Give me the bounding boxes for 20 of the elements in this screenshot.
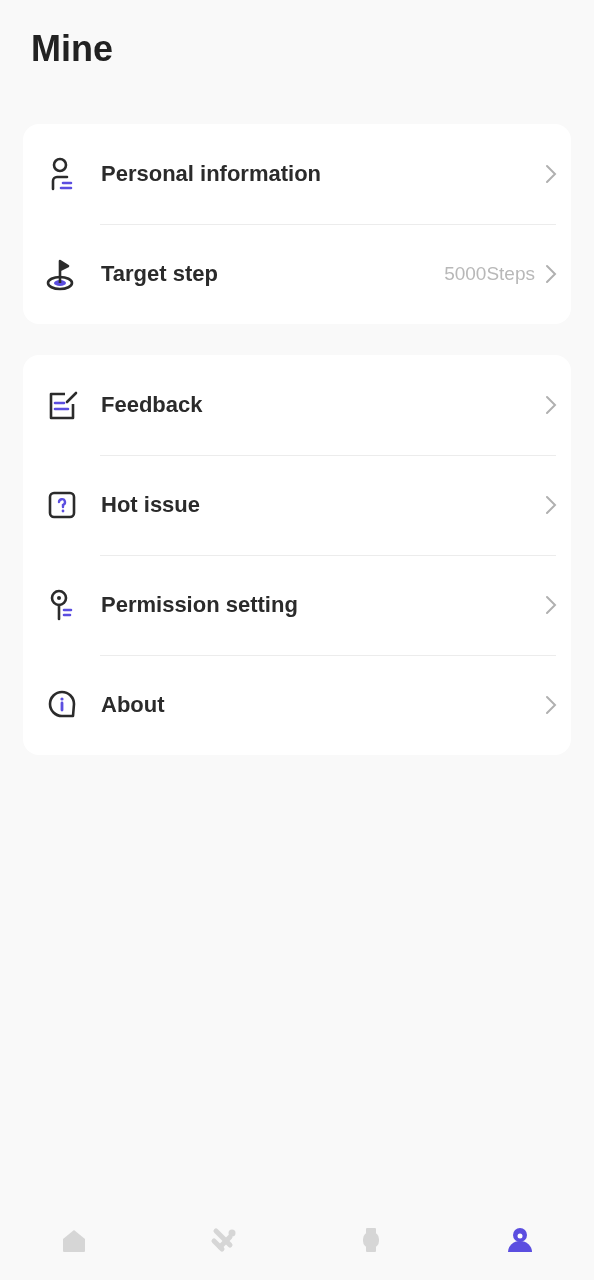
settings-row[interactable]: Feedback [23, 355, 571, 455]
settings-row[interactable]: Target step 5000Steps [23, 224, 571, 324]
settings-row[interactable]: Hot issue [23, 455, 571, 555]
chevron-right-icon [545, 164, 557, 184]
chevron-right-icon [545, 395, 557, 415]
settings-row[interactable]: Personal information [23, 124, 571, 224]
chevron-right-icon [545, 695, 557, 715]
row-label: Target step [101, 261, 219, 287]
row-label: Personal information [101, 161, 323, 187]
row-label: Feedback [101, 392, 204, 418]
row-value: 5000Steps [444, 263, 535, 285]
chevron-right-icon [545, 495, 557, 515]
chevron-right-icon [545, 595, 557, 615]
settings-row[interactable]: About [23, 655, 571, 755]
page-title: Mine [31, 27, 114, 71]
row-label: About [101, 692, 166, 718]
row-label: Permission setting [101, 592, 299, 618]
settings-row[interactable]: Permission setting [23, 555, 571, 655]
chevron-right-icon [545, 264, 557, 284]
row-label: Hot issue [101, 492, 202, 518]
